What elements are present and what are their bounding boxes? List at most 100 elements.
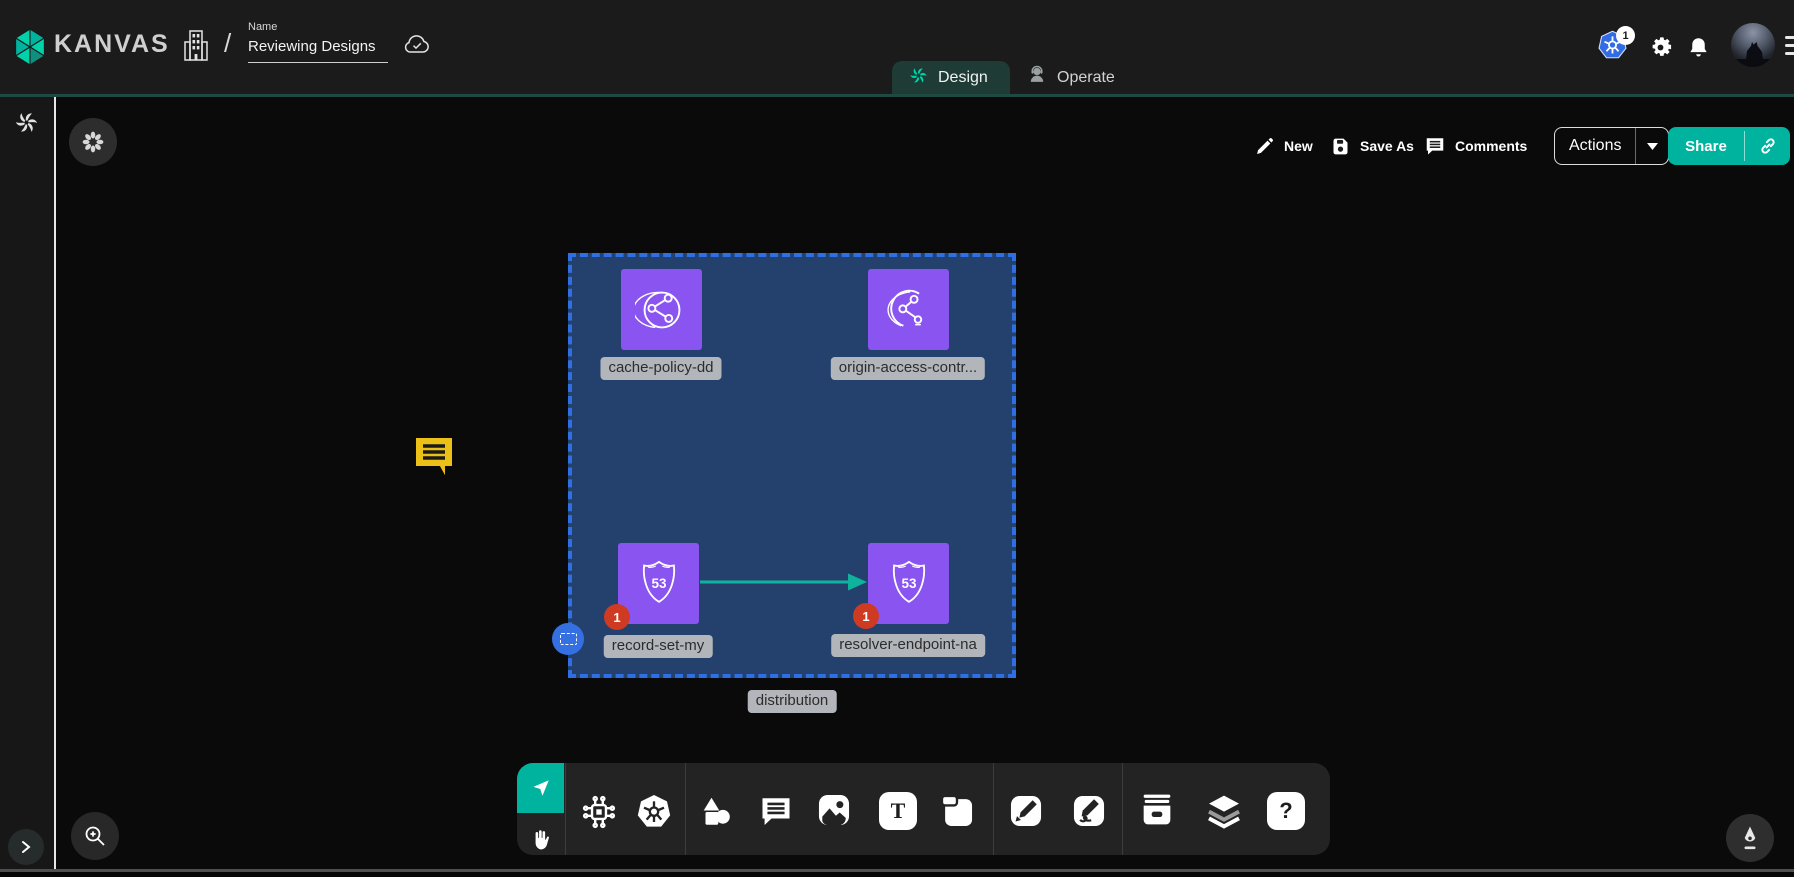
image-tool[interactable]: [813, 789, 855, 831]
design-name-label: Name: [248, 21, 388, 33]
archive-drawer-icon: [1137, 790, 1177, 830]
share-button-label[interactable]: Share: [1668, 127, 1744, 165]
drawer-tool[interactable]: [1136, 789, 1178, 831]
pan-tool[interactable]: [520, 819, 562, 861]
expand-sidebar-button[interactable]: [8, 829, 44, 865]
pen-tool[interactable]: [1005, 790, 1047, 832]
node-cache-policy[interactable]: [621, 269, 702, 350]
canvas-settings-button[interactable]: [69, 118, 117, 166]
settings-gear-icon[interactable]: [1647, 34, 1674, 66]
link-icon: [1758, 136, 1778, 156]
arrowhead-icon: [848, 574, 867, 591]
infrastructure-tool[interactable]: [578, 791, 620, 833]
route53-shield-icon: 53: [883, 557, 935, 611]
kubernetes-tool[interactable]: [633, 791, 675, 833]
node-label-cache-policy: cache-policy-dd: [600, 357, 721, 380]
logo-wordmark: KANVAS: [54, 30, 170, 59]
new-button-label: New: [1284, 138, 1313, 154]
app-window: KANVAS / Name: [0, 0, 1794, 877]
actions-button-label[interactable]: Actions: [1555, 128, 1635, 164]
magnifier-plus-icon: [83, 824, 107, 848]
cursor-arrow-icon: [530, 777, 552, 799]
share-split-button[interactable]: Share: [1668, 127, 1790, 165]
node-resolver-badge: 1: [853, 603, 879, 629]
hand-icon: [528, 827, 554, 853]
save-as-button[interactable]: Save As: [1330, 128, 1414, 164]
cloudfront-globe-icon: [635, 283, 689, 337]
node-origin-access-control[interactable]: [868, 269, 949, 350]
route53-number: 53: [651, 575, 667, 590]
shapes-tool[interactable]: [695, 791, 737, 833]
toolbar-separator: [993, 763, 994, 855]
save-as-button-label: Save As: [1360, 138, 1414, 154]
cloud-sync-icon[interactable]: [402, 32, 432, 61]
text-tool-glyph: T: [891, 798, 906, 824]
tab-operate[interactable]: Operate: [1010, 61, 1130, 94]
left-sidebar: [0, 97, 54, 869]
header: KANVAS / Name: [0, 0, 1794, 94]
node-label-resolver-endpoint: resolver-endpoint-na: [831, 634, 985, 657]
comment-tool[interactable]: [755, 790, 797, 832]
note-tool[interactable]: [936, 790, 978, 832]
header-accent-line: [0, 94, 1794, 97]
kanvas-logo-icon[interactable]: [12, 27, 48, 67]
photo-icon: [815, 791, 853, 829]
actions-dropdown-toggle[interactable]: [1636, 128, 1668, 164]
notifications-bell-icon[interactable]: [1686, 35, 1711, 66]
node-resolver-endpoint[interactable]: 53: [868, 543, 949, 624]
k8s-context-count-badge: 1: [1616, 26, 1635, 45]
profile-menu-icon[interactable]: [1785, 33, 1794, 59]
caret-down-icon: [1647, 143, 1658, 150]
user-avatar[interactable]: [1731, 23, 1775, 67]
group-collapse-handle[interactable]: [552, 623, 584, 655]
comments-button-label: Comments: [1455, 138, 1527, 154]
canvas-comment-pin[interactable]: [412, 432, 456, 485]
signature-pen-button[interactable]: [1726, 814, 1774, 862]
sidebar-divider: [54, 97, 56, 869]
sticky-note-icon: [938, 792, 976, 830]
select-tool[interactable]: [517, 763, 564, 813]
toolbar-separator: [1122, 763, 1123, 855]
sidebar-app-spiral-icon[interactable]: [13, 109, 40, 141]
pen-path-icon: [1007, 792, 1045, 830]
origin-access-globe-icon: [882, 283, 936, 337]
layer-stack-icon: [1204, 791, 1244, 831]
dashed-rect-icon: [560, 633, 577, 645]
organization-icon[interactable]: [183, 29, 209, 68]
flower-asterisk-icon: [80, 129, 106, 155]
design-name-input[interactable]: [248, 38, 388, 55]
copy-link-button[interactable]: [1745, 127, 1790, 165]
actions-split-button[interactable]: Actions: [1554, 127, 1669, 165]
comments-bubble-icon: [1424, 135, 1446, 157]
tab-operate-label: Operate: [1057, 69, 1115, 87]
toolbar-separator: [565, 763, 566, 855]
chip-circuit-icon: [580, 793, 618, 831]
yellow-comment-icon: [412, 432, 456, 480]
node-record-set[interactable]: 53: [618, 543, 699, 624]
node-label-origin-access: origin-access-contr...: [831, 357, 985, 380]
edge-record-to-resolver[interactable]: [700, 570, 868, 599]
tab-design-label: Design: [938, 69, 988, 87]
toolbar-separator: [685, 763, 686, 855]
pencil-scribble-icon: [1070, 792, 1108, 830]
freehand-draw-tool[interactable]: [1068, 790, 1110, 832]
window-bottom-gap: [0, 872, 1794, 877]
tab-design[interactable]: Design: [892, 61, 1010, 94]
help-tool[interactable]: ?: [1265, 790, 1307, 832]
design-spiral-icon: [908, 65, 929, 91]
kubernetes-wheel-icon: [634, 792, 674, 832]
fountain-nib-icon: [1738, 825, 1762, 851]
node-record-set-badge: 1: [604, 604, 630, 630]
shapes-icon: [698, 794, 734, 830]
text-tool[interactable]: T: [877, 790, 919, 832]
new-button[interactable]: New: [1254, 128, 1313, 164]
layers-tool[interactable]: [1203, 790, 1245, 832]
breadcrumb-separator: /: [224, 28, 231, 59]
route53-shield-icon: 53: [633, 557, 685, 611]
node-label-record-set: record-set-my: [604, 635, 713, 658]
design-name-field: Name: [248, 21, 388, 63]
zoom-button[interactable]: [71, 812, 119, 860]
operate-person-icon: [1026, 64, 1048, 91]
comments-button[interactable]: Comments: [1424, 128, 1527, 164]
group-label: distribution: [748, 690, 837, 713]
